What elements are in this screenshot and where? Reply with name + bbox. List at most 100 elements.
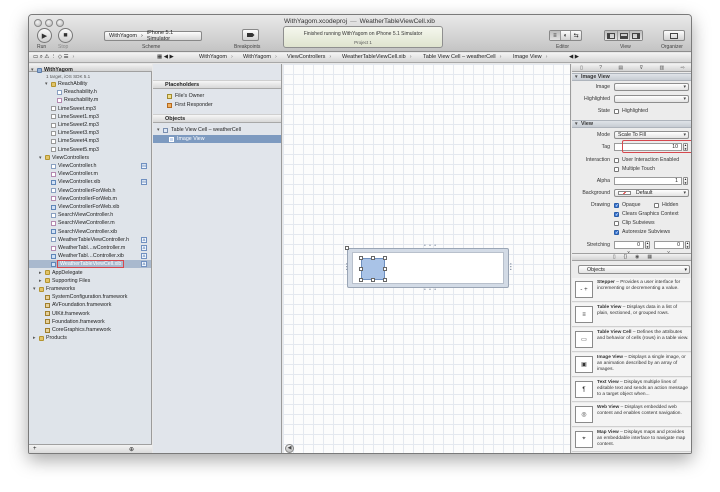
view-section-header[interactable]: View [572, 120, 691, 128]
opaque-checkbox[interactable]: Opaque [614, 202, 640, 208]
jump-nav-arrows[interactable]: ◀ ▶ [569, 54, 579, 60]
scheme-selector[interactable]: WithYagom › iPhone 5.1 Simulator [104, 30, 202, 42]
tree-item[interactable]: UIKit.framework [39, 310, 90, 318]
version-editor-button[interactable]: ⇆ [571, 31, 581, 40]
cell-resize-handle[interactable] [345, 246, 349, 250]
ib-canvas[interactable]: • • • • • • ••• ••• [283, 64, 571, 453]
resize-handle[interactable] [383, 278, 387, 282]
standard-editor-button[interactable]: ≡ [550, 31, 561, 40]
tree-item[interactable]: ▾ ViewControllers [39, 154, 89, 162]
tree-item[interactable]: ▸ Products [33, 334, 67, 342]
image-view-section-header[interactable]: Image View [572, 73, 691, 81]
clears-graphics-checkbox[interactable]: Clears Graphics Context [614, 211, 679, 217]
tree-item[interactable]: SearchViewController.xib [45, 228, 117, 236]
outline-toggle-button[interactable]: ◀ [285, 444, 294, 453]
connections-inspector-icon[interactable]: ⇨ [681, 65, 685, 71]
hidden-checkbox[interactable]: Hidden [654, 202, 678, 208]
related-files-button[interactable]: ▦ ◀ ▶ [157, 54, 174, 60]
highlighted-image-select[interactable] [614, 95, 689, 103]
resize-handle[interactable] [371, 278, 375, 282]
tree-item[interactable]: WeatherTabl…Controller.xib A [45, 252, 151, 260]
tree-item[interactable]: SystemConfiguration.framework [39, 293, 127, 301]
user-interaction-checkbox[interactable]: User Interaction Enabled [614, 157, 679, 163]
organizer-button[interactable] [663, 30, 685, 41]
crumb-cell[interactable]: Table View Cell – weatherCell [423, 54, 502, 60]
tree-item[interactable]: ViewController.m [45, 170, 98, 178]
resize-handle[interactable] [371, 256, 375, 260]
resize-handle[interactable] [383, 256, 387, 260]
tree-item[interactable]: LimeSweet.mp3 [45, 105, 96, 113]
resize-handle[interactable] [359, 256, 363, 260]
resize-handle[interactable] [383, 267, 387, 271]
content-mode-select[interactable]: Scale To Fill [614, 131, 689, 139]
tree-item[interactable]: SearchViewController.h [45, 211, 113, 219]
assistant-editor-button[interactable]: ◐ [561, 31, 572, 40]
crumb-folder[interactable]: ViewControllers [287, 54, 331, 60]
debug-toggle-button[interactable] [617, 31, 631, 40]
breakpoints-button[interactable] [242, 29, 259, 41]
identity-inspector-icon[interactable]: ▤ [618, 65, 623, 71]
minimize-window-button[interactable] [45, 19, 53, 27]
library-item[interactable]: ◎ Web View – Displays embedded web conten… [572, 403, 691, 427]
tree-item[interactable]: WeatherTabl…wController.m A [45, 244, 151, 252]
zoom-window-button[interactable] [56, 19, 64, 27]
tree-item[interactable]: LimeSweet1.mp3 [45, 113, 99, 121]
image-select[interactable] [614, 83, 689, 91]
alpha-field[interactable]: 1 [614, 177, 682, 185]
tree-item[interactable]: LimeSweet4.mp3 [45, 137, 99, 145]
close-window-button[interactable] [34, 19, 42, 27]
library-item[interactable]: ⌖ Map View – Displays maps and provides a… [572, 428, 691, 452]
tree-item[interactable]: Reachability.m [51, 96, 98, 104]
tree-item[interactable]: AVFoundation.framework [39, 301, 111, 309]
outline-files-owner[interactable]: File's Owner [167, 92, 204, 100]
crumb-file[interactable]: WeatherTableViewCell.xib [342, 54, 412, 60]
library-item[interactable]: ≡ Table View – Displays data in a list of… [572, 303, 691, 327]
stretch-y-field[interactable]: 0 [654, 241, 684, 249]
tree-item[interactable]: ▸ Supporting Files [39, 277, 90, 285]
tree-item[interactable]: LimeSweet5.mp3 [45, 146, 99, 154]
code-snippet-library-icon[interactable]: {} [624, 254, 627, 260]
tree-item[interactable]: ▾ Frameworks [33, 285, 75, 293]
stretch-x-field[interactable]: 0 [614, 241, 644, 249]
tree-item[interactable]: WeatherTableViewCell.xib A [29, 260, 151, 269]
outline-cell[interactable]: ▾ Table View Cell – weatherCell [157, 126, 241, 134]
filter-icon[interactable]: ⊕ [129, 446, 134, 453]
multiple-touch-checkbox[interactable]: Multiple Touch [614, 166, 655, 172]
outline-first-responder[interactable]: First Responder [167, 101, 213, 109]
resize-handle[interactable] [359, 267, 363, 271]
object-library-icon[interactable]: ◉ [635, 254, 639, 260]
tree-item[interactable]: ▸ AppDelegate [39, 269, 83, 277]
library-item[interactable]: - + Stepper – Provides a user interface f… [572, 278, 691, 302]
background-color-select[interactable]: Default [614, 189, 689, 197]
quick-help-icon[interactable]: ? [599, 65, 602, 71]
stretch-x-stepper[interactable]: ▴ ▾ [645, 241, 650, 249]
image-view[interactable] [359, 256, 387, 282]
tree-item[interactable]: ViewControllerForWeb.m [45, 195, 117, 203]
navigator-toggle-button[interactable] [605, 31, 618, 40]
alpha-stepper[interactable]: ▴ ▾ [683, 177, 688, 185]
tree-item[interactable]: LimeSweet2.mp3 [45, 121, 99, 129]
tree-item[interactable]: LimeSweet3.mp3 [45, 129, 99, 137]
tree-item[interactable]: SearchViewController.m [45, 219, 115, 227]
attributes-inspector-icon[interactable]: ⊽ [639, 65, 643, 71]
add-file-icon[interactable]: + [33, 446, 37, 452]
tree-item[interactable]: ViewController.xib M [45, 178, 151, 186]
table-view-cell[interactable]: • • • • • • ••• ••• [343, 243, 513, 293]
crumb-image-view[interactable]: Image View [513, 54, 547, 60]
media-library-icon[interactable]: ▦ [647, 254, 652, 260]
file-inspector-icon[interactable]: ▯ [580, 65, 583, 71]
crumb-group[interactable]: WithYagom [243, 54, 277, 60]
run-button[interactable]: ▶ [37, 28, 52, 43]
library-filter-select[interactable]: Objects [578, 265, 690, 274]
tree-item[interactable]: ViewControllerForWeb.h [45, 187, 116, 195]
clip-subviews-checkbox[interactable]: Clip Subviews [614, 220, 655, 226]
library-item[interactable]: ¶ Text View – Displays multiple lines of … [572, 378, 691, 402]
tree-item[interactable]: ViewControllerForWeb.xib [45, 203, 119, 211]
size-inspector-icon[interactable]: ▥ [660, 65, 665, 71]
file-template-library-icon[interactable]: ▯ [613, 254, 616, 260]
library-item[interactable]: ▣ Image View – Displays a single image, o… [572, 353, 691, 377]
tree-item[interactable]: Reachability.h [51, 88, 97, 96]
tree-item[interactable]: Foundation.framework [39, 318, 105, 326]
resize-handle[interactable] [359, 278, 363, 282]
cell-content-view[interactable] [352, 252, 504, 284]
